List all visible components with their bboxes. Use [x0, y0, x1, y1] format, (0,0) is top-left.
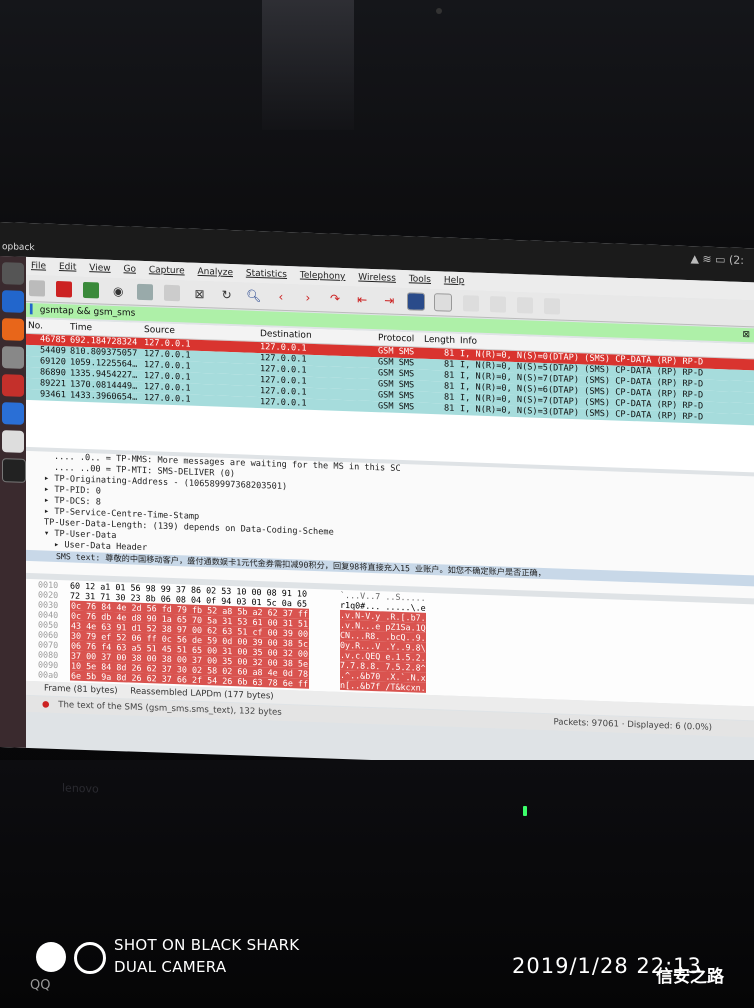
camera-watermark-dot [36, 942, 66, 972]
autoscroll-icon[interactable] [407, 292, 426, 311]
cell-length: 81 [444, 359, 455, 370]
expert-info-icon[interactable]: ● [42, 699, 50, 709]
menu-capture[interactable]: Capture [149, 265, 185, 276]
cell-length: 81 [444, 403, 455, 414]
unity-launcher [0, 256, 26, 748]
files-icon[interactable] [2, 290, 24, 313]
terminal-icon[interactable] [2, 458, 26, 483]
power-led [523, 806, 527, 816]
col-info[interactable]: Info [460, 336, 477, 347]
col-no[interactable]: No. [28, 321, 43, 332]
cell-length: 81 [444, 348, 455, 359]
cell-no: 69120 [40, 356, 66, 368]
packet-details-pane: .... .0.. = TP-MMS: More messages are wa… [26, 450, 754, 599]
menu-analyze[interactable]: Analyze [198, 267, 233, 278]
cell-no: 89221 [40, 378, 66, 390]
watermark-line2: DUAL CAMERA [114, 958, 227, 976]
filter-bookmark-icon[interactable]: ▍ [30, 305, 37, 315]
watermark-line1: SHOT ON BLACK SHARK [114, 936, 300, 954]
screen-glare [262, 0, 354, 130]
status-field-text: The text of the SMS (gsm_sms.sms_text), … [58, 700, 282, 718]
zoom-out-icon[interactable] [489, 296, 506, 313]
last-packet-icon[interactable]: ⇥ [381, 292, 397, 309]
colorize-icon[interactable] [434, 293, 453, 312]
cell-length: 81 [444, 381, 455, 392]
cell-length: 81 [444, 392, 455, 403]
first-packet-icon[interactable]: ⇤ [354, 291, 370, 308]
settings-icon[interactable] [2, 346, 24, 369]
firefox-icon[interactable] [2, 318, 24, 341]
menu-statistics[interactable]: Statistics [246, 269, 287, 280]
restart-capture-icon[interactable] [83, 281, 100, 299]
cell-no: 86890 [40, 367, 66, 379]
laptop-brand: lenovo [62, 781, 99, 796]
resize-columns-icon[interactable] [543, 297, 560, 315]
save-file-icon[interactable] [164, 284, 181, 302]
cell-time: 1433.3960654… [70, 390, 138, 403]
forward-arrow-icon[interactable]: › [300, 289, 316, 306]
back-arrow-icon[interactable]: ‹ [273, 289, 289, 306]
col-source[interactable]: Source [144, 325, 175, 336]
cell-source: 127.0.0.1 [144, 393, 191, 405]
menu-go[interactable]: Go [123, 264, 135, 274]
tab-frame[interactable]: Frame (81 bytes) [44, 684, 118, 697]
window-title: opback [2, 242, 35, 254]
options-icon[interactable]: ◉ [110, 283, 126, 300]
cell-length: 81 [444, 370, 455, 381]
cell-no: 46785 [40, 334, 66, 346]
menu-edit[interactable]: Edit [59, 262, 76, 273]
wireshark-icon[interactable] [2, 402, 24, 425]
wechat-source-brand: 信安之路 [656, 967, 724, 987]
menu-view[interactable]: View [89, 263, 110, 274]
open-file-icon[interactable] [137, 283, 154, 301]
menu-wireless[interactable]: Wireless [358, 273, 396, 284]
clear-filter-icon[interactable]: ⊠ [742, 328, 750, 342]
close-file-icon[interactable]: ⊠ [192, 286, 208, 303]
editor-icon[interactable] [2, 430, 24, 453]
wireshark-screen: opback ▲ ≋ ▭ (2: File Edit View Go Captu… [0, 222, 754, 774]
cell-protocol: GSM SMS [378, 401, 415, 413]
cell-destination: 127.0.0.1 [260, 397, 307, 409]
menu-tools[interactable]: Tools [409, 274, 431, 285]
webcam [436, 8, 442, 14]
shark-fin-start-icon[interactable] [29, 280, 45, 297]
cell-no: 93461 [40, 389, 66, 401]
dash-icon[interactable] [2, 262, 24, 285]
zoom-normal-icon[interactable] [516, 297, 533, 314]
cell-no: 54409 [40, 345, 66, 357]
system-tray[interactable]: ▲ ≋ ▭ (2: [690, 252, 744, 267]
menu-telephony[interactable]: Telephony [300, 270, 346, 282]
go-to-packet-icon[interactable]: ↷ [327, 290, 343, 307]
qq-logo-text: QQ [30, 978, 51, 993]
packet-list: No. Time Source Destination Protocol Len… [26, 318, 754, 473]
col-protocol[interactable]: Protocol [378, 333, 414, 344]
col-destination[interactable]: Destination [260, 329, 312, 341]
tab-reassembled[interactable]: Reassembled LAPDm (177 bytes) [130, 687, 273, 702]
menu-help[interactable]: Help [444, 275, 465, 286]
camera-watermark-ring [74, 942, 106, 974]
zoom-in-icon[interactable] [462, 295, 479, 312]
col-length[interactable]: Length [424, 335, 455, 346]
filter-text: gsmtap && gsm_sms [39, 305, 136, 319]
col-time[interactable]: Time [70, 322, 92, 333]
reload-icon[interactable]: ↻ [219, 287, 235, 304]
app-icon[interactable] [2, 374, 24, 397]
search-icon[interactable]: 🔍︎ [246, 288, 262, 305]
stop-capture-icon[interactable] [56, 280, 73, 298]
menu-file[interactable]: File [31, 261, 46, 272]
